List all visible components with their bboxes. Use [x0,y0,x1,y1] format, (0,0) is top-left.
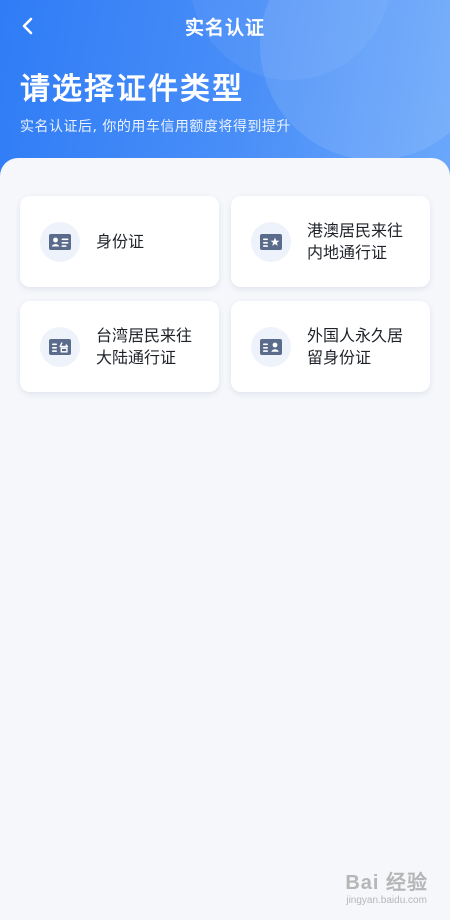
id-card-icon [49,233,71,250]
foreigner-residence-card-icon [260,338,282,355]
watermark-url: jingyan.baidu.com [346,895,427,906]
icon-badge [40,221,80,262]
icon-badge [251,326,291,367]
id-type-card-hk-macau[interactable]: 港澳居民来往 内地通行证 [231,196,430,287]
page-title: 请选择证件类型 [20,72,244,107]
icon-badge [251,221,291,262]
nav-bar: 实名认证 [0,0,450,52]
taiwan-permit-icon [49,338,71,355]
id-type-grid: 身份证 港澳居民来往 内地通行证 台湾居民来往 大陆通行证 外国人永久居 留身份… [20,196,430,392]
back-button[interactable] [14,12,42,40]
id-type-card-taiwan[interactable]: 台湾居民来往 大陆通行证 [20,301,219,392]
page: 实名认证 请选择证件类型 实名认证后, 你的用车信用额度将得到提升 身份证 港澳… [0,0,450,920]
page-subtitle: 实名认证后, 你的用车信用额度将得到提升 [20,119,291,135]
id-type-label: 身份证 [96,231,145,251]
watermark: Bai 经验 jingyan.baidu.com [345,866,428,906]
id-type-card-foreigner[interactable]: 外国人永久居 留身份证 [231,301,430,392]
id-type-label: 台湾居民来往 大陆通行证 [96,325,193,367]
id-type-label: 港澳居民来往 内地通行证 [307,220,404,262]
watermark-logo-text: Bai 经验 [345,872,428,894]
id-type-card-id-card[interactable]: 身份证 [20,196,219,287]
nav-title: 实名认证 [184,16,265,39]
icon-badge [40,326,80,367]
hk-macau-permit-icon [260,233,282,250]
chevron-left-icon [22,17,33,35]
id-type-label: 外国人永久居 留身份证 [307,325,404,367]
